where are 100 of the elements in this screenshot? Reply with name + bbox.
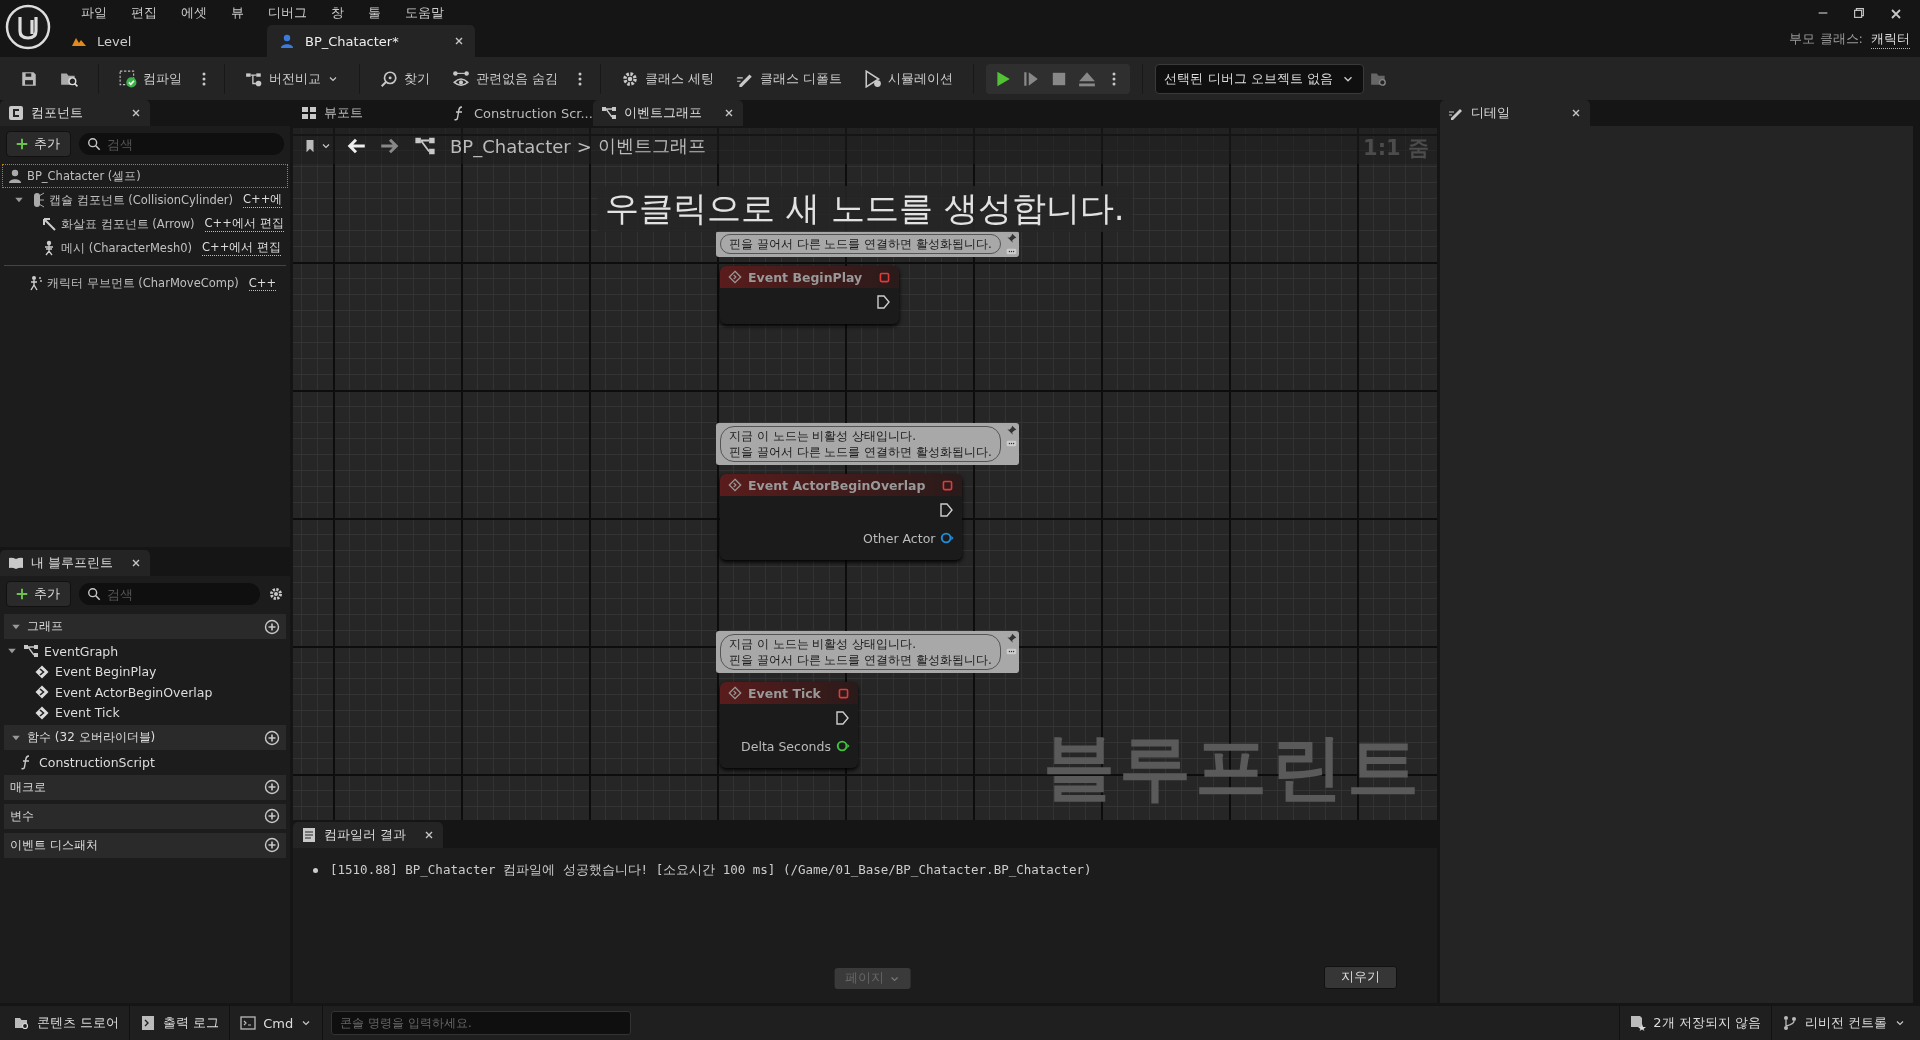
menu-item[interactable]: 에셋 [169, 3, 219, 22]
toolbar-button[interactable]: 관련없음 숨김 [444, 65, 567, 92]
node-title: Event ActorBeginOverlap [748, 477, 926, 493]
close-icon[interactable] [130, 557, 142, 569]
delegate-pin-icon[interactable] [941, 478, 955, 492]
clear-button[interactable]: 지우기 [1324, 966, 1397, 989]
blueprint-item[interactable]: Event BeginPlay [0, 661, 290, 682]
graph-tab[interactable]: 뷰포트 [293, 100, 443, 126]
play-gears-icon [864, 69, 883, 88]
add-icon[interactable] [264, 618, 280, 635]
graph-tab[interactable]: Construction Scr... [443, 100, 593, 126]
content-drawer-button[interactable]: 콘텐츠 드로어 [4, 1006, 131, 1040]
delegate-pin-icon[interactable] [878, 270, 892, 284]
blueprint-item[interactable]: Event Tick [0, 702, 290, 723]
tree-item[interactable]: 메시 (CharacterMesh0) C++에서 편집 [2, 236, 288, 260]
debug-object-dropdown[interactable]: 선택된 디버그 오브젝트 없음 [1155, 63, 1364, 94]
console-input[interactable]: 콘솔 명령을 입력하세요. [331, 1011, 632, 1035]
output-log-button[interactable]: 출력 로그 [130, 1006, 231, 1040]
graph-tab[interactable]: 이벤트그래프 [593, 100, 743, 126]
unsaved-floppy-icon [1630, 1015, 1647, 1031]
tree-item[interactable]: 캐릭터 무브먼트 (CharMoveComp) C++ [2, 271, 288, 295]
my-blueprint-tab[interactable]: 내 블루프린트 [0, 550, 150, 576]
blueprint-item[interactable]: Event ActorBeginOverlap [0, 682, 290, 703]
toolbar-button[interactable]: 찾기 [372, 65, 438, 92]
pin-icon[interactable] [1005, 425, 1017, 436]
search-field[interactable]: 검색 [79, 583, 260, 605]
save-icon[interactable] [20, 69, 38, 88]
document-tab[interactable]: Level [59, 25, 267, 57]
toolbar-button[interactable]: 컴파일 [111, 65, 190, 92]
close-icon[interactable] [130, 107, 142, 119]
menu-item[interactable]: 도움말 [393, 3, 456, 22]
toolbar-button[interactable]: 클래스 세팅 [613, 65, 723, 92]
close-icon[interactable] [423, 829, 435, 841]
menu-item[interactable]: 툴 [356, 3, 393, 22]
data-pin-icon[interactable] [940, 531, 955, 545]
add-button[interactable]: 추가 [6, 131, 71, 157]
cmd-dropdown[interactable]: Cmd [230, 1006, 324, 1040]
search-field[interactable]: 검색 [79, 133, 284, 155]
section-header[interactable]: 매크로 [4, 774, 286, 800]
add-icon[interactable] [264, 808, 280, 824]
add-icon[interactable] [264, 837, 280, 853]
pin-label: Other Actor [863, 530, 936, 546]
section-header[interactable]: 변수 [4, 803, 286, 829]
pin-icon[interactable] [1005, 233, 1017, 244]
components-tab[interactable]: 컴포넌트 [0, 100, 150, 126]
tree-item[interactable]: 캡슐 컴포넌트 (CollisionCylinder) C++에 [2, 188, 288, 212]
tree-item[interactable]: BP_Chatacter (셀프) [2, 164, 288, 188]
unsaved-button[interactable]: 2개 저장되지 않음 [1619, 1006, 1772, 1040]
toolbar-button[interactable]: 시뮬레이션 [856, 65, 962, 92]
edit-in-cpp-link[interactable]: C++에 [243, 192, 283, 208]
forward-arrow-icon[interactable] [380, 136, 400, 156]
toolbar-button[interactable]: 클래스 디폴트 [728, 65, 851, 92]
terminal-icon [240, 1015, 257, 1031]
edit-in-cpp-link[interactable]: C++에서 편집 [202, 240, 281, 256]
comment-text: 지금 이 노드는 비활성 상태입니다. 핀을 끌어서 다른 노드를 연결하면 활성화됩니다. [720, 426, 1001, 462]
section-header[interactable]: 이벤트 디스패처 [4, 832, 286, 858]
log-icon [140, 1015, 157, 1031]
details-tab[interactable]: 디테일 [1440, 100, 1590, 126]
exec-pin-icon[interactable] [938, 502, 955, 518]
tree-item[interactable]: 화살표 컴포넌트 (Arrow) C++에서 편집 [2, 212, 288, 236]
blueprint-item[interactable]: ConstructionScript [0, 752, 290, 773]
comment-text: 지금 이 노드는 비활성 상태입니다. 핀을 끌어서 다른 노드를 연결하면 활성화됩니다. [720, 634, 1001, 670]
add-button[interactable]: 추가 [6, 581, 71, 607]
document-tab[interactable]: BP_Chatacter* [267, 25, 475, 57]
item-label: Event BeginPlay [55, 664, 157, 680]
edit-in-cpp-link[interactable]: C++ [248, 275, 277, 291]
graph-canvas[interactable] [293, 128, 1437, 820]
event-icon [728, 686, 742, 700]
delegate-pin-icon[interactable] [836, 686, 850, 700]
menu-item[interactable]: 디버그 [256, 3, 319, 22]
close-icon[interactable] [723, 107, 735, 119]
exec-pin-icon[interactable] [875, 294, 892, 310]
pin-icon[interactable] [1005, 633, 1017, 644]
item-label: Event ActorBeginOverlap [55, 684, 213, 700]
section-header[interactable]: 그래프 [4, 614, 286, 639]
toolbar-button[interactable]: 버전비교 [237, 65, 347, 92]
results-icon [301, 827, 317, 843]
menu-item[interactable]: 창 [319, 3, 356, 22]
menu-item[interactable]: 파일 [69, 3, 119, 22]
blueprint-item[interactable]: EventGraph [0, 641, 290, 662]
breadcrumb-link[interactable]: BP_Chatacter [450, 135, 571, 157]
menu-item[interactable]: 편집 [119, 3, 169, 22]
parent-class-link[interactable]: 캐릭터 [1871, 30, 1910, 49]
add-icon[interactable] [264, 729, 280, 746]
logo-icon[interactable] [5, 4, 51, 50]
close-icon[interactable] [1570, 107, 1582, 119]
back-arrow-icon[interactable] [346, 136, 366, 156]
revision-control-button[interactable]: 리비전 컨트롤 [1771, 1006, 1916, 1040]
data-pin-icon[interactable] [835, 739, 850, 753]
settings-icon[interactable] [268, 586, 284, 602]
pin-label: Delta Seconds [741, 738, 831, 754]
section-header[interactable]: 함수 (32 오버라이더블) [4, 725, 286, 750]
menu-item[interactable]: 뷰 [219, 3, 256, 22]
edit-in-cpp-link[interactable]: C++에서 편집 [204, 216, 284, 232]
restore-icon[interactable] [1852, 6, 1866, 20]
compiler-results-tab[interactable]: 컴파일러 결과 [293, 822, 443, 848]
add-icon[interactable] [264, 779, 280, 795]
graph-hint: 우클릭으로 새 노드를 생성합니다. [597, 186, 1133, 232]
close-icon[interactable] [453, 35, 465, 47]
exec-pin-icon[interactable] [833, 710, 850, 726]
